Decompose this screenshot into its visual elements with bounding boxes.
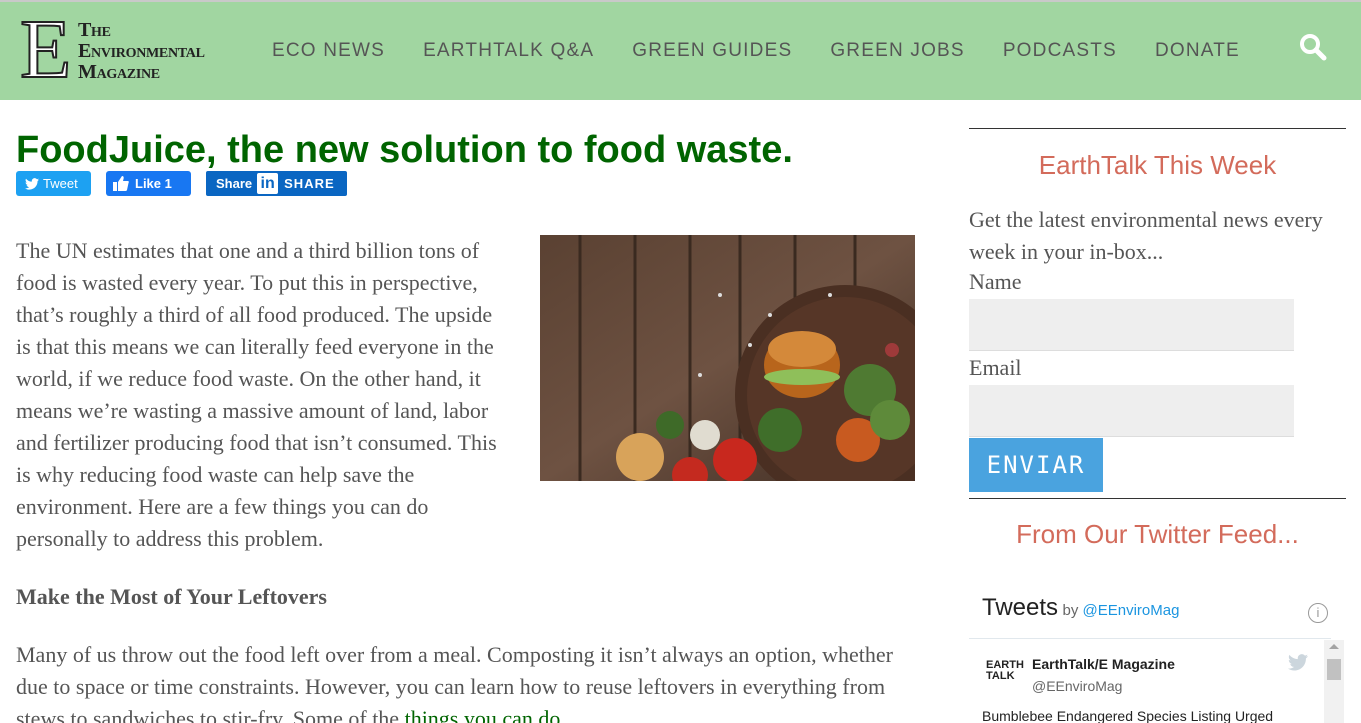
email-input[interactable] [969,385,1294,437]
logo-line-1: The [78,19,111,41]
twitter-heading: From Our Twitter Feed... [1016,519,1299,549]
sidebar-divider-top [969,128,1346,129]
tweet-account-handle[interactable]: @EEnviroMag [1032,678,1122,694]
scroll-up-arrow-icon[interactable] [1329,644,1339,649]
logo-line-2: Environmental [78,40,205,62]
scrollbar-thumb[interactable] [1327,659,1341,680]
linkedin-share-button[interactable]: Share in SHARE [206,171,347,196]
article-body: The UN estimates that one and a third bi… [16,235,926,723]
twitter-timeline-widget: Tweets by @EEnviroMag i EARTH TALK Earth… [969,586,1346,723]
tweet-button[interactable]: Tweet [16,171,91,196]
logo-letter: E [19,3,72,96]
nav-donate[interactable]: DONATE [1155,40,1240,62]
tweet-label: Tweet [43,176,78,191]
name-label: Name [969,269,1022,294]
thumbs-up-icon [113,176,129,191]
nav-podcasts[interactable]: PODCASTS [1003,40,1117,62]
newsletter-heading: EarthTalk This Week [1038,150,1277,180]
facebook-like-button[interactable]: Like 1 [106,171,191,196]
twitter-bird-icon [25,177,39,190]
linkedin-icon: in [257,173,279,194]
site-logo[interactable]: E The Environmental Magazine [19,7,230,93]
like-label: Like 1 [135,176,172,191]
submit-button[interactable]: ENVIAR [969,438,1103,492]
twitter-bird-icon[interactable] [1288,654,1308,671]
tweet-text[interactable]: Bumblebee Endangered Species Listing Urg… [982,708,1273,723]
info-icon[interactable]: i [1308,603,1328,623]
sidebar: EarthTalk This Week Get the latest envir… [969,128,1346,723]
article: FoodJuice, the new solution to food wast… [16,128,926,723]
tweets-by: by @EEnviroMag [1062,602,1179,619]
tweet-account-name[interactable]: EarthTalk/E Magazine [1032,656,1175,672]
things-you-can-do-link[interactable]: things you can do [405,706,561,723]
email-label: Email [969,355,1022,380]
twitter-widget-header: Tweets by @EEnviroMag [982,594,1179,622]
tweets-handle-link[interactable]: @EEnviroMag [1083,602,1180,619]
main-nav: ECO NEWS EARTHTALK Q&A GREEN GUIDES GREE… [272,40,1278,62]
name-input[interactable] [969,299,1294,351]
newsletter-description: Get the latest environmental news every … [969,207,1323,264]
tweets-title: Tweets [982,594,1059,621]
article-subheading: Make the Most of Your Leftovers [16,584,327,609]
sidebar-divider-bottom [969,498,1346,499]
avatar[interactable]: EARTH TALK [986,660,1024,692]
article-paragraph-2: Many of us throw out the food left over … [16,639,926,723]
nav-earthtalk-qa[interactable]: EARTHTALK Q&A [423,40,594,62]
share-label: Share [216,176,253,191]
linkedin-share-label: SHARE [284,176,335,191]
twitter-scrollbar[interactable] [1324,640,1344,723]
nav-green-guides[interactable]: GREEN GUIDES [632,40,792,62]
logo-line-3: Magazine [78,61,160,83]
nav-green-jobs[interactable]: GREEN JOBS [830,40,964,62]
search-icon[interactable] [1298,32,1328,62]
image-spacer [511,235,926,495]
tweets-by-label: by [1062,602,1079,619]
nav-eco-news[interactable]: ECO NEWS [272,40,385,62]
twitter-widget-divider [969,638,1331,639]
site-header: E The Environmental Magazine ECO NEWS EA… [0,0,1361,100]
logo-wordmark: The Environmental Magazine [78,20,205,83]
article-title: FoodJuice, the new solution to food wast… [16,129,793,171]
